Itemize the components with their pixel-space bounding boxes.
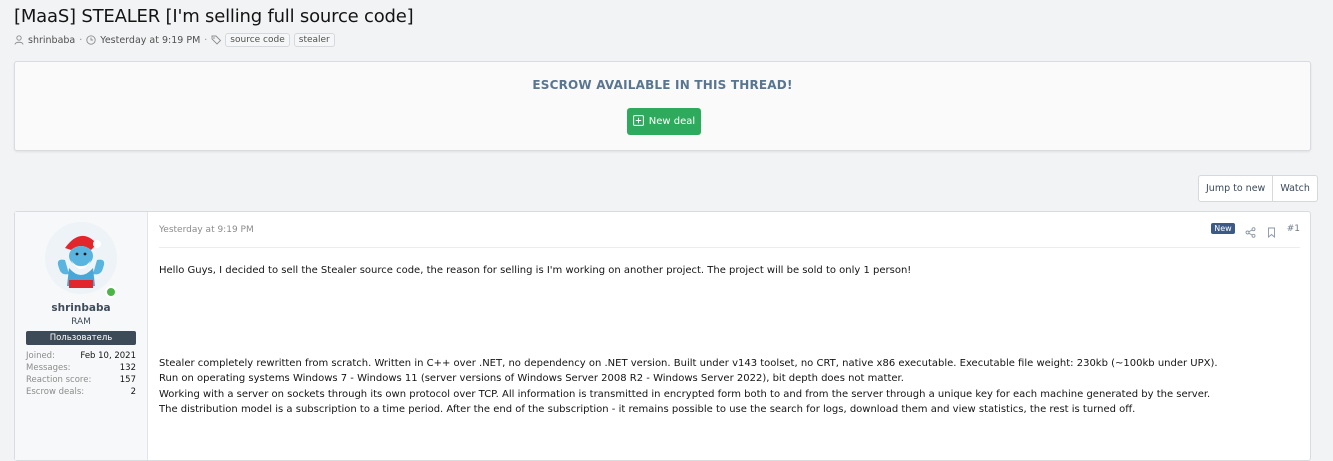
tags-icon (211, 35, 222, 45)
stat-label: Escrow deals: (26, 387, 85, 397)
online-status-indicator (105, 286, 117, 298)
new-badge: New (1211, 223, 1235, 234)
stat-value[interactable]: 132 (120, 362, 136, 374)
post-intro: Hello Guys, I decided to sell the Steale… (159, 265, 912, 276)
thread-controls: Jump to new Watch (1198, 175, 1318, 202)
meta-separator: · (204, 34, 208, 46)
post-line: Run on operating systems Windows 7 - Win… (159, 373, 904, 385)
stat-value: 157 (119, 375, 136, 385)
jump-to-new-button[interactable]: Jump to new (1199, 176, 1272, 201)
plus-square-icon (632, 114, 644, 129)
stat-escrow-deals: Escrow deals: 2 (26, 386, 136, 398)
stat-messages: Messages: 132 (26, 362, 136, 374)
thread-date-link[interactable]: Yesterday at 9:19 PM (100, 35, 200, 46)
post-header-divider (159, 247, 1300, 248)
stat-value: Feb 10, 2021 (80, 351, 136, 361)
user-title: RAM (71, 317, 91, 327)
post-line: Stealer completely rewritten from scratc… (159, 357, 1218, 369)
stat-label: Joined: (26, 351, 55, 361)
post-actions: New #1 (1211, 223, 1300, 238)
post-user-column: shrinbaba RAM Пользователь Joined: Feb 1… (15, 212, 148, 460)
user-banner: Пользователь (26, 331, 136, 345)
stat-value: 2 (130, 387, 136, 397)
post-spacer (159, 279, 1299, 356)
escrow-panel: ESCROW AVAILABLE IN THIS THREAD! New dea… (14, 61, 1311, 151)
share-icon[interactable] (1245, 223, 1256, 238)
stat-joined: Joined: Feb 10, 2021 (26, 350, 136, 362)
thread-meta: shrinbaba · Yesterday at 9:19 PM · sourc… (14, 33, 335, 47)
escrow-title: ESCROW AVAILABLE IN THIS THREAD! (532, 78, 793, 92)
bookmark-icon[interactable] (1266, 223, 1277, 238)
new-deal-button[interactable]: New deal (627, 108, 701, 135)
clock-icon (86, 35, 96, 45)
page-title: [MaaS] STEALER [I'm selling full source … (14, 6, 414, 27)
stat-reaction-score: Reaction score: 157 (26, 374, 136, 386)
post-line: The distribution model is a subscription… (159, 404, 1136, 416)
post-username[interactable]: shrinbaba (15, 302, 147, 314)
user-icon (14, 35, 24, 45)
watch-button[interactable]: Watch (1272, 176, 1317, 201)
tag-stealer[interactable]: stealer (293, 33, 335, 47)
post-line: Working with a server on sockets through… (159, 388, 1211, 400)
post-number-link[interactable]: #1 (1287, 224, 1300, 234)
stat-label: Messages: (26, 363, 71, 373)
post-date-link[interactable]: Yesterday at 9:19 PM (159, 225, 254, 235)
post-message: shrinbaba RAM Пользователь Joined: Feb 1… (14, 211, 1311, 461)
meta-separator: · (79, 34, 83, 46)
new-deal-label: New deal (648, 116, 696, 127)
post-body: Hello Guys, I decided to sell the Steale… (159, 263, 1299, 418)
tag-source-code[interactable]: source code (225, 33, 290, 47)
stat-label: Reaction score: (26, 375, 92, 385)
avatar[interactable] (45, 222, 117, 294)
thread-author-link[interactable]: shrinbaba (28, 35, 75, 46)
user-stats: Joined: Feb 10, 2021 Messages: 132 React… (26, 350, 136, 398)
